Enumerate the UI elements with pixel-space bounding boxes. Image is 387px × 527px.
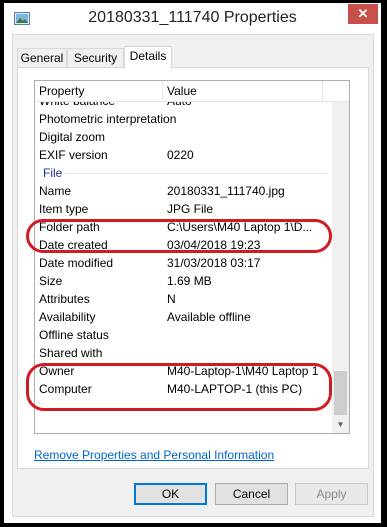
- property-row[interactable]: Date modified 31/03/2018 03:17: [35, 254, 333, 272]
- property-name: Folder path: [39, 220, 100, 234]
- property-row[interactable]: Size 1.69 MB: [35, 272, 333, 290]
- close-button[interactable]: ✕: [348, 4, 378, 24]
- property-value: 03/04/2018 19:23: [167, 238, 261, 252]
- column-header-value[interactable]: Value: [163, 81, 323, 101]
- property-row[interactable]: Item type JPG File: [35, 200, 333, 218]
- property-value: M40-Laptop-1\M40 Laptop 1: [167, 364, 319, 378]
- property-name: Name: [39, 184, 72, 198]
- property-value: JPG File: [167, 202, 214, 216]
- group-divider: [65, 173, 327, 174]
- property-name: Offline status: [39, 328, 109, 342]
- cancel-button[interactable]: Cancel: [215, 483, 288, 505]
- property-row[interactable]: Offline status: [35, 326, 333, 344]
- tab-details[interactable]: Details: [124, 46, 172, 69]
- property-row[interactable]: Date created 03/04/2018 19:23: [35, 236, 333, 254]
- vertical-scrollbar[interactable]: ▲ ▼: [332, 81, 349, 433]
- property-row[interactable]: Attributes N: [35, 290, 333, 308]
- properties-window: 20180331_111740 Properties ✕ General Sec…: [4, 3, 381, 523]
- property-row[interactable]: Shared with: [35, 344, 333, 362]
- window-title: 20180331_111740 Properties: [88, 9, 297, 26]
- property-row[interactable]: Name 20180331_111740.jpg: [35, 182, 333, 200]
- property-name: Item type: [39, 202, 89, 216]
- property-name: Owner: [39, 364, 75, 378]
- property-value: Available offline: [167, 310, 251, 324]
- property-value: 31/03/2018 03:17: [167, 256, 261, 270]
- property-name: Digital zoom: [39, 130, 106, 144]
- property-name: Date created: [39, 238, 108, 252]
- remove-properties-link[interactable]: Remove Properties and Personal Informati…: [34, 448, 274, 462]
- property-value: N: [167, 292, 176, 306]
- property-name: Photometric interpretation: [39, 112, 177, 126]
- group-label: File: [43, 166, 63, 180]
- property-value: 20180331_111740.jpg: [167, 184, 285, 198]
- column-header-property[interactable]: Property: [35, 81, 163, 101]
- tab-security[interactable]: Security: [67, 48, 124, 68]
- dialog-body: General Security Details White balanceAu…: [12, 34, 374, 517]
- property-name: Attributes: [39, 292, 90, 306]
- property-row[interactable]: Computer M40-LAPTOP-1 (this PC): [35, 380, 333, 398]
- property-name: Computer: [39, 382, 92, 396]
- property-row[interactable]: EXIF version 0220: [35, 146, 333, 164]
- property-row[interactable]: Availability Available offline: [35, 308, 333, 326]
- property-name: Availability: [39, 310, 96, 324]
- property-name: Date modified: [39, 256, 114, 270]
- scrollbar-thumb[interactable]: [334, 371, 347, 415]
- property-value: C:\Users\M40 Laptop 1\D...: [167, 220, 313, 234]
- property-value: M40-LAPTOP-1 (this PC): [167, 382, 303, 396]
- property-value: 0220: [167, 148, 194, 162]
- scroll-down-arrow-icon[interactable]: ▼: [332, 416, 349, 433]
- group-header: File: [35, 164, 333, 182]
- properties-list[interactable]: White balanceAutoPhotometric interpretat…: [34, 80, 350, 434]
- property-row[interactable]: Folder path C:\Users\M40 Laptop 1\D...: [35, 218, 333, 236]
- property-name: Size: [39, 274, 63, 288]
- property-name: EXIF version: [39, 148, 108, 162]
- property-row[interactable]: Owner M40-Laptop-1\M40 Laptop 1: [35, 362, 333, 380]
- properties-rows: White balanceAutoPhotometric interpretat…: [35, 81, 333, 433]
- apply-button: Apply: [295, 483, 368, 505]
- details-panel: White balanceAutoPhotometric interpretat…: [17, 67, 369, 469]
- property-name: Shared with: [39, 346, 103, 360]
- property-value: 1.69 MB: [167, 274, 212, 288]
- property-row[interactable]: Photometric interpretation: [35, 110, 333, 128]
- ok-button[interactable]: OK: [134, 483, 207, 505]
- tab-general[interactable]: General: [17, 48, 67, 68]
- title-bar[interactable]: 20180331_111740 Properties ✕: [4, 3, 381, 34]
- property-row[interactable]: Digital zoom: [35, 128, 333, 146]
- list-header: Property Value: [35, 81, 349, 102]
